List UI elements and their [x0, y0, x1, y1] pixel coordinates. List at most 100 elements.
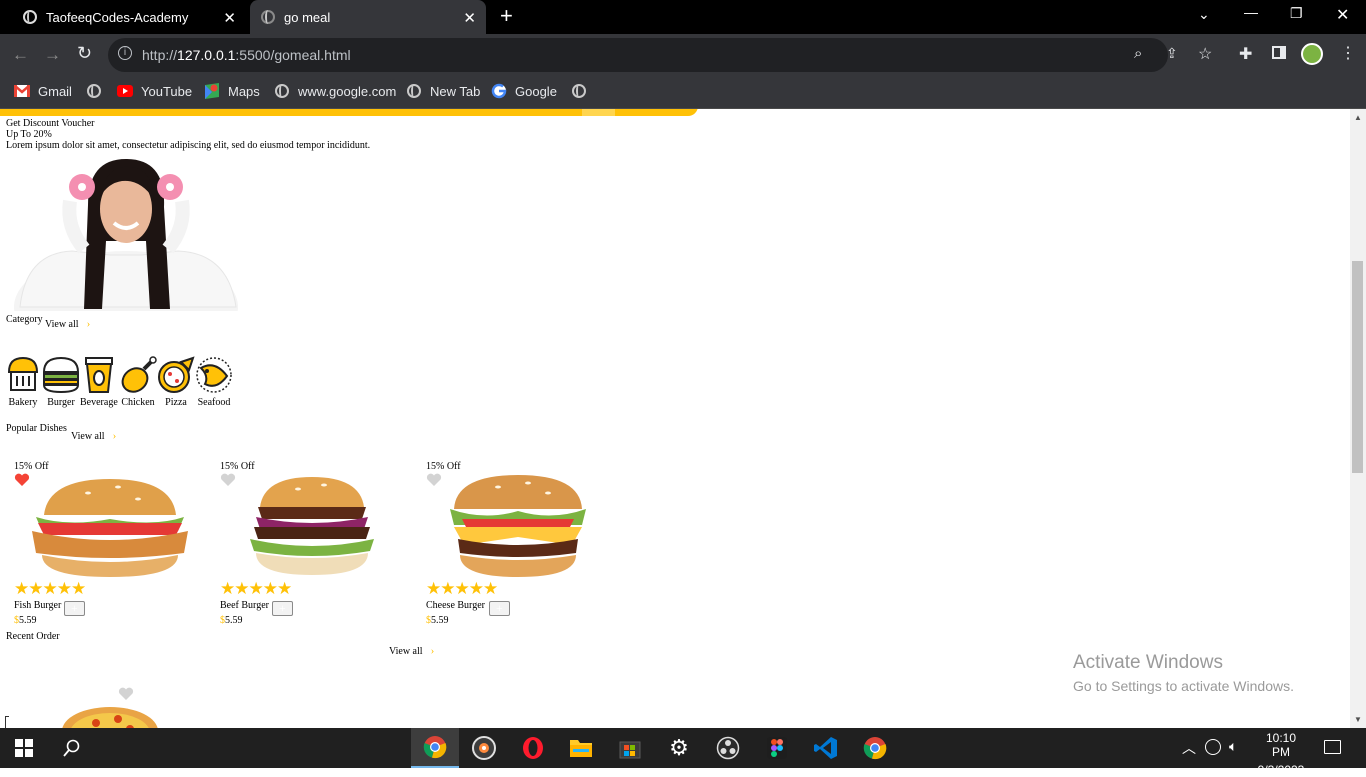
- chrome-icon: [863, 737, 887, 760]
- heart-icon[interactable]: [118, 687, 134, 701]
- taskbar-store[interactable]: [606, 728, 654, 768]
- tab-search-icon[interactable]: ⌄: [1198, 6, 1210, 23]
- minimize-button[interactable]: —: [1244, 4, 1258, 20]
- scroll-down-icon[interactable]: ▼: [1354, 715, 1362, 724]
- taskbar-file-explorer[interactable]: [557, 728, 605, 768]
- rating-stars: ★★★★★: [220, 579, 292, 598]
- category-label: Seafood: [197, 397, 231, 408]
- fish-icon: [196, 357, 232, 393]
- page-scrollbar[interactable]: ▲ ▼: [1350, 109, 1366, 728]
- scroll-up-icon[interactable]: ▲: [1354, 113, 1362, 122]
- clock[interactable]: 10:10 PM 9/3/2023: [1256, 731, 1306, 777]
- category-pizza[interactable]: Pizza: [157, 356, 195, 408]
- dish-name: Beef Burger: [220, 600, 269, 611]
- globe-icon: [571, 83, 587, 99]
- reload-icon[interactable]: ↻: [77, 43, 92, 64]
- store-icon: [619, 741, 641, 759]
- pizza-icon: [158, 356, 195, 393]
- menu-icon[interactable]: ⋮: [1340, 43, 1356, 63]
- category-beverage[interactable]: Beverage: [80, 356, 118, 408]
- category-view-all[interactable]: View all ›: [45, 318, 90, 330]
- taskbar-opera[interactable]: [509, 728, 557, 768]
- chevron-right-icon: ›: [112, 430, 117, 442]
- add-to-cart-button[interactable]: [489, 601, 510, 616]
- beverage-cup-icon: [84, 357, 113, 393]
- cheese-burger-image: [450, 475, 586, 577]
- address-bar[interactable]: i http://127.0.0.1:5500/gomeal.html ⌕ ⇪ …: [108, 38, 1212, 72]
- globe-icon: [22, 9, 38, 25]
- start-button[interactable]: [0, 728, 48, 768]
- page-viewport: Get Discount Voucher Up To 20% Lorem ips…: [0, 109, 1350, 728]
- add-to-cart-button[interactable]: [64, 601, 85, 616]
- back-icon[interactable]: ←: [12, 45, 29, 65]
- taskbar-chrome-active[interactable]: [411, 728, 459, 768]
- clock-date: 9/3/2023: [1257, 763, 1305, 777]
- taskbar-chrome-2[interactable]: [851, 728, 899, 768]
- watermark-title: Activate Windows: [1073, 652, 1223, 673]
- view-all-link[interactable]: View all: [389, 646, 423, 657]
- site-info-icon[interactable]: i: [118, 46, 132, 60]
- notifications-icon[interactable]: [1324, 740, 1341, 754]
- heart-icon[interactable]: [220, 473, 236, 487]
- rating-stars: ★★★★★: [14, 579, 86, 598]
- category-chicken[interactable]: Chicken: [119, 356, 157, 408]
- taskbar-obs[interactable]: [704, 728, 752, 768]
- bookmark-new-tab[interactable]: New Tab: [406, 83, 480, 99]
- network-globe-icon[interactable]: [1205, 739, 1221, 755]
- dish-card-beef-burger[interactable]: 15% Off ★★★★★ Beef Burger $5.59: [220, 457, 410, 633]
- rating-stars: ★★★★★: [426, 579, 498, 598]
- view-all-link[interactable]: View all: [71, 431, 105, 442]
- category-bakery[interactable]: Bakery: [5, 356, 41, 408]
- close-tab-icon[interactable]: ✕: [223, 9, 236, 27]
- forward-icon[interactable]: →: [44, 45, 61, 65]
- figma-icon: [767, 737, 787, 759]
- taskbar-media-app[interactable]: [460, 728, 508, 768]
- tray-overflow-chevron-icon[interactable]: ︿: [1182, 738, 1196, 758]
- globe-icon: [274, 83, 290, 99]
- bookmark-maps[interactable]: Maps: [204, 83, 260, 99]
- bookmark-google[interactable]: Google: [491, 83, 557, 99]
- discount-badge: 15% Off: [220, 461, 255, 472]
- gmail-icon: [14, 83, 30, 99]
- beef-burger-image: [250, 477, 374, 575]
- youtube-icon: [117, 83, 133, 99]
- share-icon[interactable]: ⇪: [1166, 45, 1178, 62]
- chevron-right-icon: ›: [86, 318, 91, 330]
- taskbar-vscode[interactable]: [802, 728, 850, 768]
- zoom-icon[interactable]: ⌕: [1134, 45, 1142, 62]
- bookmark-youtube[interactable]: YouTube: [117, 83, 192, 99]
- popular-view-all[interactable]: View all ›: [71, 430, 116, 442]
- taskbar-settings[interactable]: ⚙: [655, 728, 703, 768]
- tab-go-meal[interactable]: go meal ✕: [250, 0, 486, 34]
- folder-icon: [570, 740, 592, 757]
- heart-icon[interactable]: [426, 473, 442, 487]
- search-button[interactable]: [48, 728, 96, 768]
- new-tab-button[interactable]: +: [500, 3, 513, 29]
- dish-card-fish-burger[interactable]: 15% Off ★★★★★ Fish Burger $5.59: [14, 457, 204, 633]
- category-burger[interactable]: Burger: [42, 356, 80, 408]
- tab-taofeeqcodes[interactable]: TaofeeqCodes-Academy ✕: [8, 0, 246, 34]
- globe-icon: [86, 83, 102, 99]
- chicken-leg-icon: [121, 356, 157, 393]
- view-all-link[interactable]: View all: [45, 319, 79, 330]
- dish-card-cheese-burger[interactable]: 15% Off ★★★★★ Cheese Burger $5.59: [426, 457, 616, 633]
- category-seafood[interactable]: Seafood: [195, 356, 233, 408]
- bookmark-star-icon[interactable]: ☆: [1198, 44, 1212, 64]
- browser-tab-strip: TaofeeqCodes-Academy ✕ go meal ✕ + ⌄ — ❐…: [0, 0, 1366, 34]
- profile-avatar[interactable]: [1301, 43, 1323, 65]
- taskbar-figma[interactable]: [753, 728, 801, 768]
- bookmark-globe[interactable]: [86, 83, 110, 99]
- bookmark-gmail[interactable]: Gmail: [14, 83, 72, 99]
- restore-button[interactable]: ❐: [1290, 5, 1303, 22]
- vscode-icon: [814, 737, 837, 759]
- extensions-icon[interactable]: ✚: [1239, 44, 1252, 64]
- recent-view-all[interactable]: View all ›: [389, 645, 434, 657]
- close-tab-icon[interactable]: ✕: [463, 9, 476, 27]
- add-to-cart-button[interactable]: [272, 601, 293, 616]
- bookmark-google-com[interactable]: www.google.com: [274, 83, 396, 99]
- speaker-icon[interactable]: 🔈︎: [1229, 738, 1237, 755]
- side-panel-icon[interactable]: [1272, 46, 1286, 59]
- close-window-button[interactable]: ✕: [1336, 5, 1349, 25]
- scrollbar-thumb[interactable]: [1352, 261, 1363, 473]
- bookmark-globe-2[interactable]: [571, 83, 595, 99]
